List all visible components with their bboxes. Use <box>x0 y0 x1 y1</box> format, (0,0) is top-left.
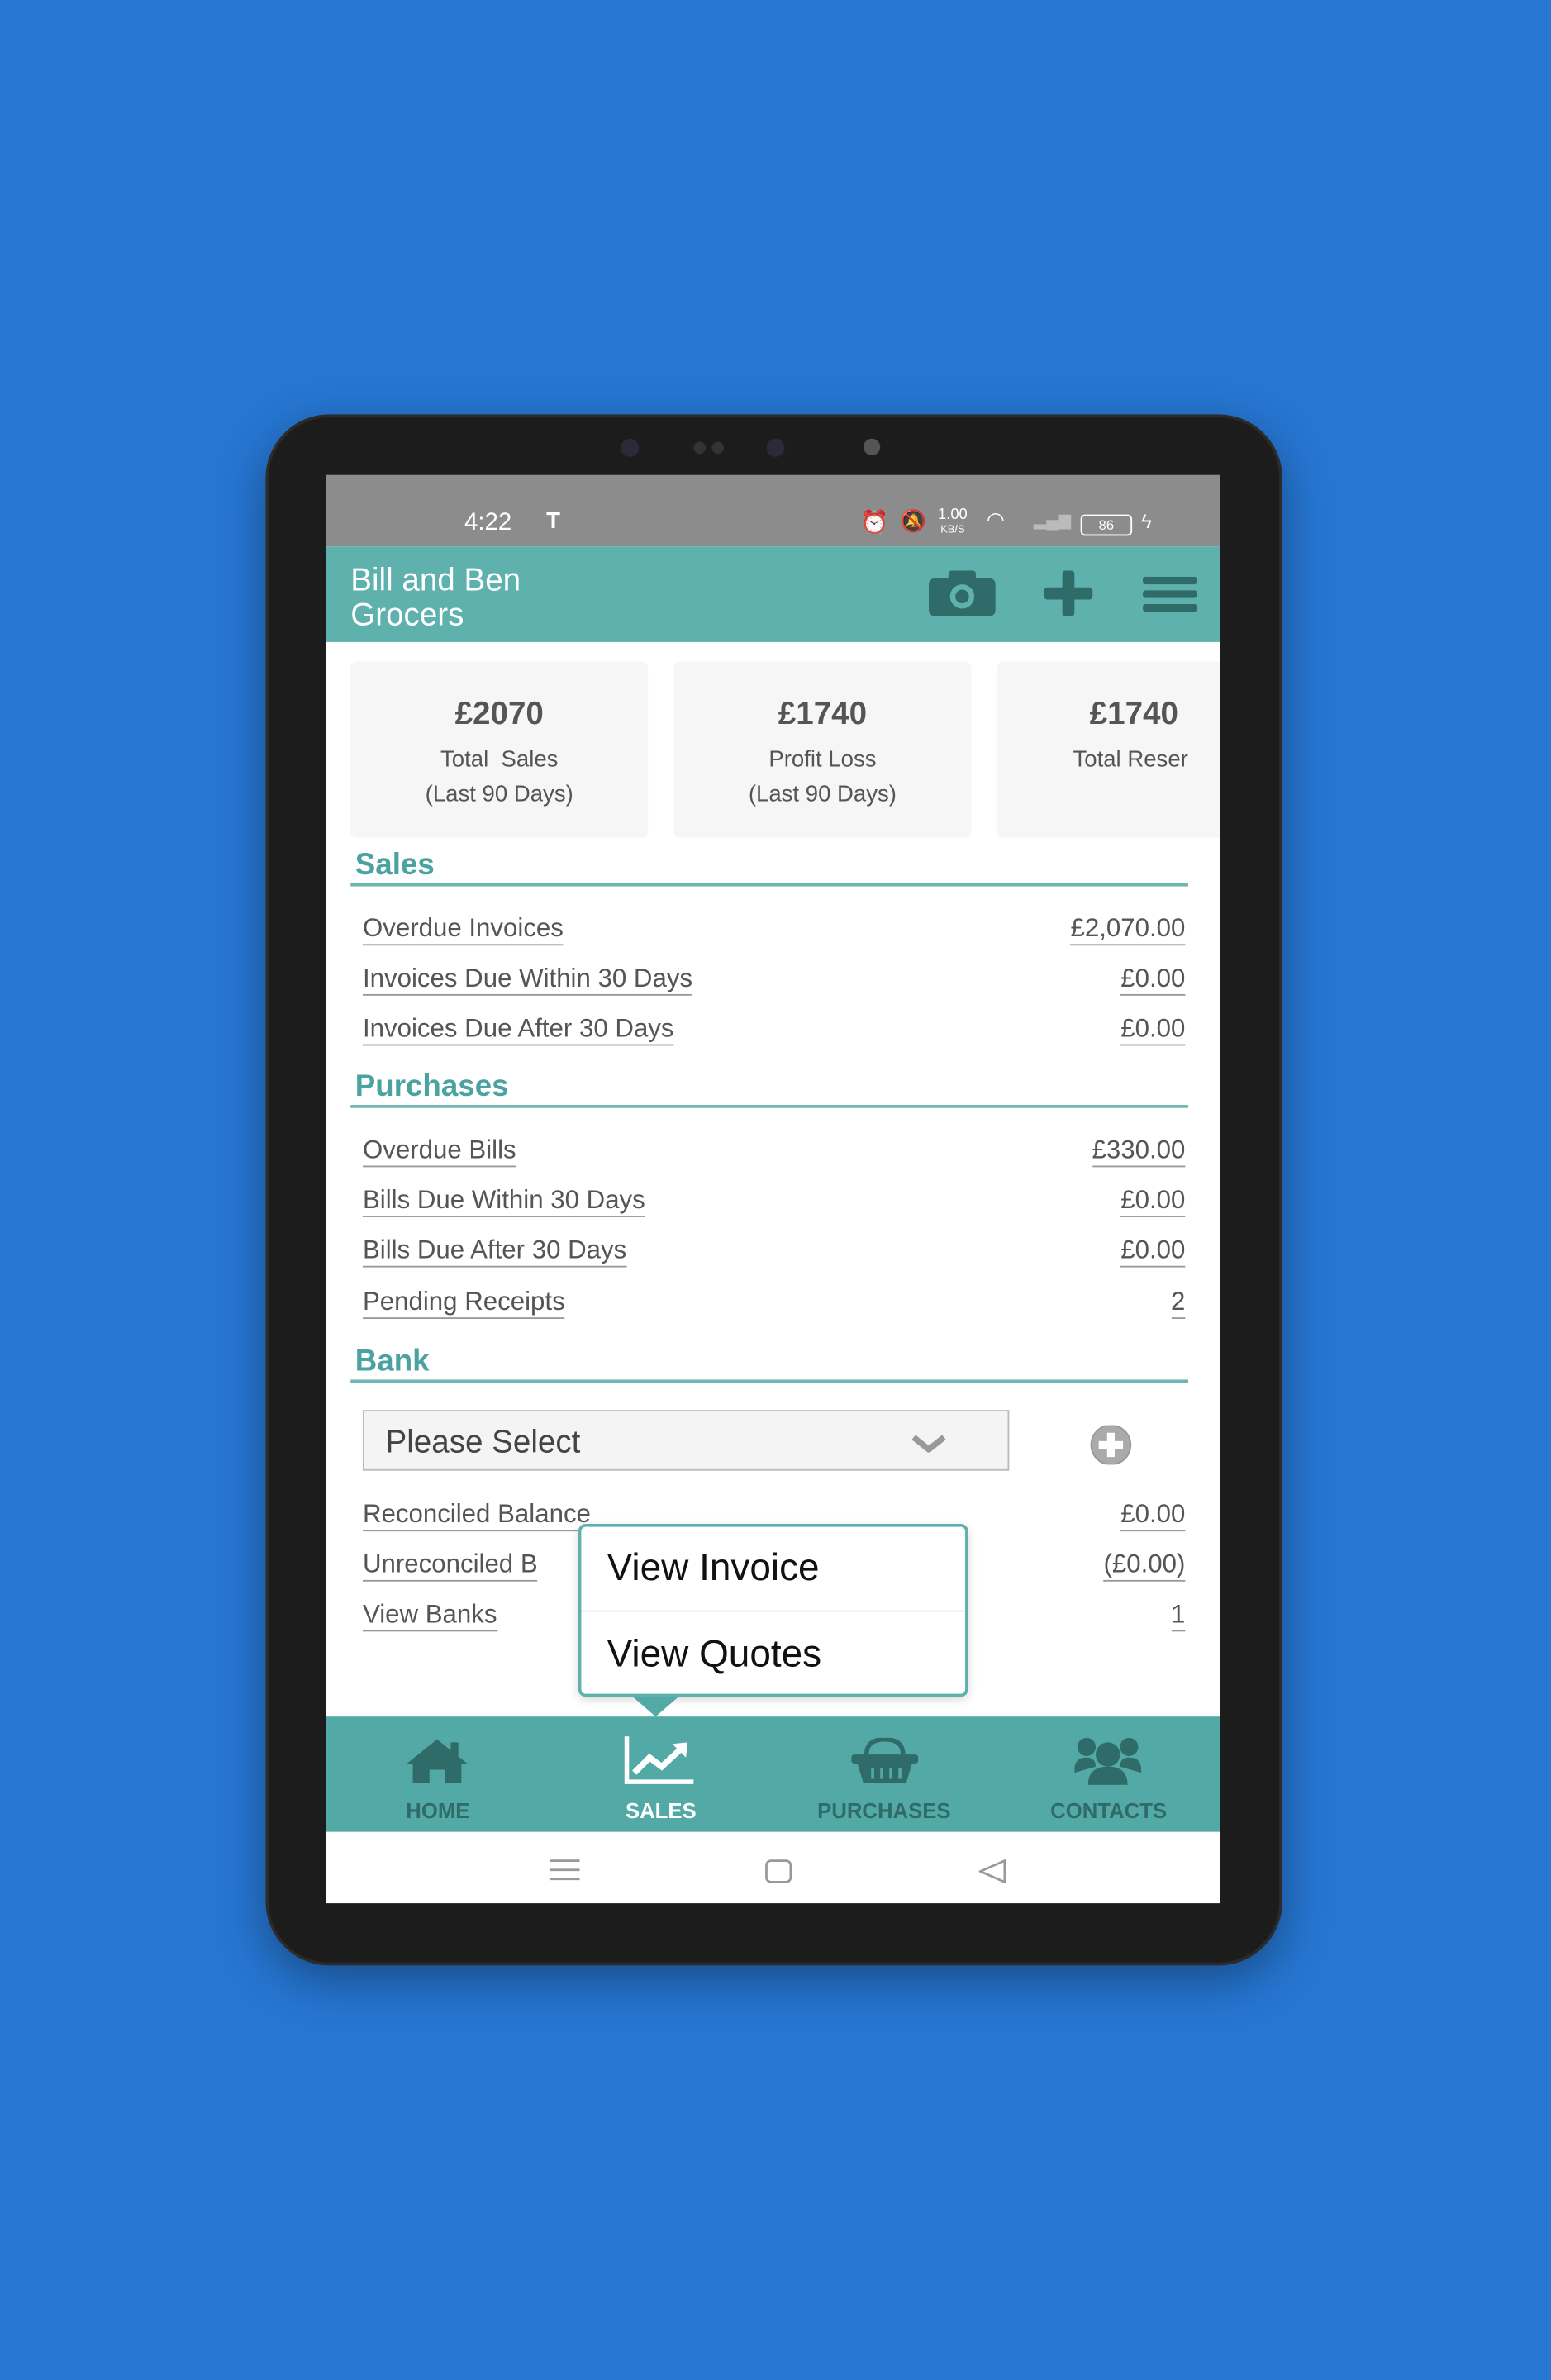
bank-heading: Bank <box>354 1345 430 1378</box>
light-sensor <box>864 438 881 455</box>
net-speed-value: 1.00 <box>938 507 968 524</box>
row-label[interactable]: Bills Due Within 30 Days <box>362 1185 645 1217</box>
card-label: Total Reser <box>1073 746 1188 773</box>
row-value[interactable]: (£0.00) <box>1103 1549 1186 1582</box>
clock: 4:22 <box>464 510 512 536</box>
nav-home[interactable]: HOME <box>326 1716 550 1832</box>
nav-sales[interactable]: SALES <box>550 1716 773 1832</box>
card-label: Profit Loss <box>768 746 877 773</box>
menu-item-view-quotes[interactable]: View Quotes <box>607 1633 822 1677</box>
sales-row-due-within-30[interactable]: Invoices Due Within 30 Days £0.00 <box>362 964 1186 1000</box>
sales-heading: Sales <box>354 848 435 883</box>
camera <box>766 438 785 457</box>
card-amount: £2070 <box>454 696 544 732</box>
sales-popup-menu: View Invoice View Quotes <box>578 1523 968 1697</box>
alarm-icon: ⏰ <box>860 510 889 536</box>
select-value: Please Select <box>385 1425 581 1460</box>
row-value[interactable]: £0.00 <box>1120 964 1186 996</box>
home-icon <box>407 1739 468 1784</box>
sensor <box>711 441 725 455</box>
divider <box>350 1379 1189 1383</box>
add-bank-icon[interactable] <box>1083 1425 1138 1465</box>
nav-label: HOME <box>406 1798 470 1823</box>
nav-label: SALES <box>625 1798 697 1823</box>
summary-card-total-sales[interactable]: £2070 Total Sales (Last 90 Days) <box>350 661 649 838</box>
camera-icon[interactable] <box>928 570 996 616</box>
row-label[interactable]: Invoices Due After 30 Days <box>362 1014 674 1046</box>
row-label[interactable]: Bills Due After 30 Days <box>362 1235 627 1268</box>
chevron-down-icon <box>911 1435 946 1453</box>
signal-icon: ▂▄▆ <box>1033 511 1072 530</box>
summary-card-total-reserve[interactable]: £1740 Total Reser <box>997 661 1220 838</box>
nav-contacts[interactable]: CONTACTS <box>997 1716 1220 1832</box>
purchases-row-due-within-30[interactable]: Bills Due Within 30 Days £0.00 <box>362 1185 1186 1221</box>
row-label[interactable]: Unreconciled B <box>362 1549 538 1582</box>
row-value[interactable]: £0.00 <box>1120 1014 1186 1046</box>
row-label[interactable]: Invoices Due Within 30 Days <box>362 964 693 996</box>
divider <box>581 1610 966 1612</box>
charging-icon: ϟ <box>1141 510 1152 533</box>
chart-line-icon <box>624 1736 694 1784</box>
row-value[interactable]: £330.00 <box>1092 1135 1186 1168</box>
card-sublabel: (Last 90 Days) <box>425 781 573 808</box>
nav-label: PURCHASES <box>817 1798 951 1823</box>
front-camera <box>621 438 640 457</box>
bell-off-icon: 🔕 <box>900 508 927 533</box>
title-line-2: Grocers <box>350 597 464 633</box>
menu-icon[interactable] <box>1142 576 1198 613</box>
popup-pointer <box>632 1697 678 1717</box>
row-value[interactable]: £2,070.00 <box>1070 914 1186 946</box>
card-amount: £1740 <box>778 696 868 732</box>
sensor <box>693 441 707 455</box>
purchases-row-pending-receipts[interactable]: Pending Receipts 2 <box>362 1287 1186 1323</box>
divider <box>350 1105 1189 1108</box>
card-sublabel: (Last 90 Days) <box>748 781 897 808</box>
system-nav-bar <box>326 1831 1220 1904</box>
company-title: Bill and Ben Grocers <box>350 563 521 632</box>
row-label[interactable]: Overdue Bills <box>362 1135 516 1168</box>
nav-purchases[interactable]: PURCHASES <box>773 1716 996 1832</box>
row-label[interactable]: Pending Receipts <box>362 1287 565 1320</box>
row-label[interactable]: Overdue Invoices <box>362 914 564 946</box>
plus-icon[interactable] <box>1044 570 1093 616</box>
summary-card-profit-loss[interactable]: £1740 Profit Loss (Last 90 Days) <box>673 661 972 838</box>
basket-icon <box>851 1737 919 1784</box>
title-line-1: Bill and Ben <box>350 563 521 598</box>
net-speed: 1.00 KB/S <box>938 507 968 537</box>
card-label: Total Sales <box>440 746 559 773</box>
menu-item-view-invoice[interactable]: View Invoice <box>607 1546 820 1590</box>
sales-row-due-after-30[interactable]: Invoices Due After 30 Days £0.00 <box>362 1014 1186 1050</box>
app-screen: 4:22 T ⏰ 🔕 1.00 KB/S ◠ ▂▄▆ 86 ϟ Bill and … <box>326 474 1220 1904</box>
divider <box>350 883 1189 887</box>
row-value[interactable]: 2 <box>1170 1287 1186 1320</box>
home-button-icon[interactable] <box>765 1859 792 1883</box>
purchases-row-overdue[interactable]: Overdue Bills £330.00 <box>362 1135 1186 1172</box>
status-bar: 4:22 T ⏰ 🔕 1.00 KB/S ◠ ▂▄▆ 86 ϟ <box>326 474 1220 547</box>
row-value[interactable]: £0.00 <box>1120 1185 1186 1217</box>
bottom-nav: HOME SALES PURCHASES CONTACTS <box>326 1716 1220 1832</box>
row-label[interactable]: View Banks <box>362 1600 497 1632</box>
purchases-heading: Purchases <box>354 1069 509 1104</box>
back-icon[interactable] <box>978 1859 1006 1884</box>
nav-label: CONTACTS <box>1050 1798 1168 1823</box>
users-icon <box>1074 1737 1142 1785</box>
net-speed-unit: KB/S <box>940 525 965 536</box>
sales-row-overdue[interactable]: Overdue Invoices £2,070.00 <box>362 914 1186 950</box>
app-header: Bill and Ben Grocers <box>326 546 1220 642</box>
row-value[interactable]: £0.00 <box>1120 1235 1186 1268</box>
recent-apps-icon[interactable] <box>549 1859 580 1881</box>
purchases-row-due-after-30[interactable]: Bills Due After 30 Days £0.00 <box>362 1235 1186 1272</box>
row-value[interactable]: 1 <box>1170 1600 1186 1632</box>
teams-icon: T <box>546 508 561 535</box>
battery-icon: 86 <box>1080 514 1133 536</box>
row-value[interactable]: £0.00 <box>1120 1500 1186 1532</box>
bank-select[interactable]: Please Select <box>362 1410 1010 1471</box>
wifi-icon: ◠ <box>986 507 1006 531</box>
row-label[interactable]: Reconciled Balance <box>362 1500 591 1532</box>
card-amount: £1740 <box>1089 696 1178 732</box>
